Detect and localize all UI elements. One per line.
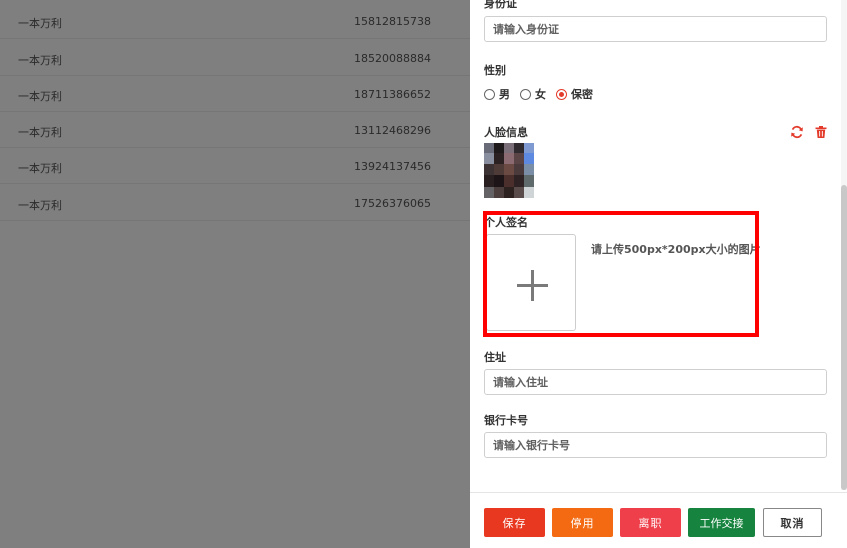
gender-option-label: 保密 [571, 88, 593, 101]
radio-circle-icon [484, 88, 495, 100]
gender-option-label: 男 [499, 88, 510, 101]
bank-card-label: 银行卡号 [484, 414, 528, 427]
address-label: 住址 [484, 351, 506, 364]
bank-card-input[interactable] [484, 432, 827, 458]
plus-icon [517, 270, 548, 301]
trash-icon[interactable] [814, 124, 828, 138]
drawer-scrollbar-thumb[interactable] [841, 185, 847, 490]
resign-button[interactable]: 离职 [620, 508, 681, 537]
gender-label: 性别 [484, 64, 506, 77]
gender-radio-secret[interactable]: 保密 [556, 86, 593, 102]
address-input[interactable] [484, 369, 827, 395]
signature-upload-button[interactable] [486, 234, 576, 331]
disable-button[interactable]: 停用 [552, 508, 613, 537]
id-card-input[interactable] [484, 16, 827, 42]
face-photo [484, 143, 534, 198]
gender-radio-male[interactable]: 男 [484, 86, 510, 102]
refresh-icon[interactable] [790, 124, 804, 139]
radio-checked-icon [556, 88, 567, 100]
gender-radio-group: 男 女 保密 [484, 86, 603, 102]
gender-radio-female[interactable]: 女 [520, 86, 546, 102]
face-actions [790, 124, 828, 139]
face-info-label: 人脸信息 [484, 126, 528, 139]
employee-edit-drawer: 身份证 性别 男 女 保密 人脸信息 [470, 0, 847, 548]
cancel-button[interactable]: 取消 [763, 508, 822, 537]
save-button[interactable]: 保存 [484, 508, 545, 537]
handover-button[interactable]: 工作交接 [688, 508, 755, 537]
id-card-label: 身份证 [484, 0, 517, 10]
modal-overlay[interactable] [0, 0, 470, 548]
signature-label: 个人签名 [484, 216, 528, 229]
radio-circle-icon [520, 88, 531, 100]
drawer-footer: 保存 停用 离职 工作交接 取消 [470, 492, 847, 548]
signature-upload-hint: 请上传500px*200px大小的图片 [591, 243, 761, 256]
gender-option-label: 女 [535, 88, 546, 101]
